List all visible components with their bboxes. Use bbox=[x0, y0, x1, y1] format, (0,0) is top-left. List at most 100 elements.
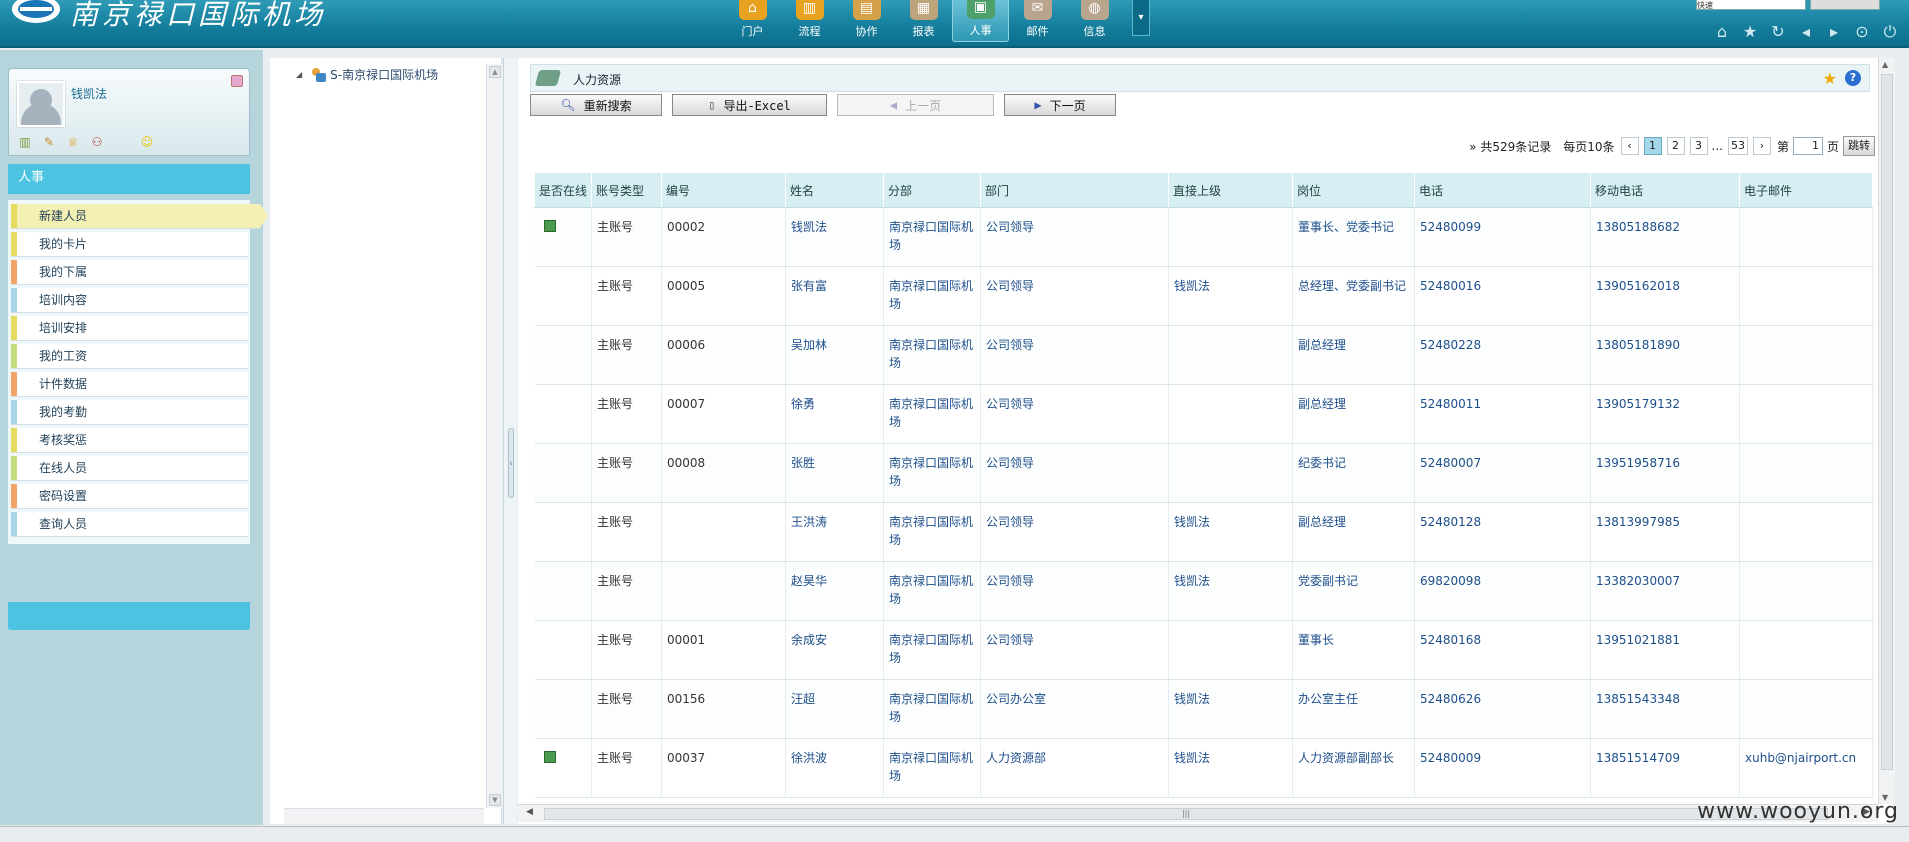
home-icon[interactable]: ⌂ bbox=[1713, 22, 1731, 42]
cell-name[interactable]: 王洪涛 bbox=[785, 502, 884, 562]
module-tab-report[interactable]: ▦ 报表 bbox=[895, 0, 952, 42]
column-header[interactable]: 电子邮件 bbox=[1739, 172, 1873, 208]
scroll-down-icon[interactable]: ▼ bbox=[489, 794, 501, 806]
research-button[interactable]: 🔍︎ 重新搜索 bbox=[530, 94, 662, 116]
cell-name[interactable]: 吴加林 bbox=[785, 325, 884, 385]
column-header[interactable]: 直接上级 bbox=[1168, 172, 1293, 208]
menu-item[interactable]: 查询人员 bbox=[11, 512, 248, 536]
tree-root-label[interactable]: S-南京禄口国际机场 bbox=[330, 66, 438, 83]
scroll-up-icon[interactable]: ▲ bbox=[1882, 60, 1888, 69]
column-header[interactable]: 编号 bbox=[661, 172, 786, 208]
pager-last-page[interactable]: 53 bbox=[1727, 137, 1748, 155]
tree-horizontal-scrollbar[interactable] bbox=[284, 808, 484, 824]
badge-icon[interactable]: ♕ bbox=[65, 135, 81, 149]
menu-item[interactable]: 培训内容 bbox=[11, 288, 248, 312]
scroll-thumb[interactable]: ||| bbox=[544, 808, 1828, 820]
cell-name[interactable]: 徐洪波 bbox=[785, 738, 884, 798]
table-row[interactable]: 主账号 00007 徐勇 南京禄口国际机场 公司领导 副总经理 52480011 139051… bbox=[534, 384, 1873, 444]
column-header[interactable]: 账号类型 bbox=[591, 172, 662, 208]
column-header[interactable]: 部门 bbox=[980, 172, 1169, 208]
column-header[interactable]: 是否在线 bbox=[534, 172, 592, 208]
tree-vertical-scrollbar[interactable]: ▲ ▼ bbox=[486, 64, 502, 808]
cell-branch: 南京禄口国际机场 bbox=[883, 561, 981, 621]
goto-page-input[interactable]: 1 bbox=[1792, 137, 1823, 155]
column-header[interactable]: 电话 bbox=[1414, 172, 1591, 208]
collapse-handle[interactable]: ‹ bbox=[508, 428, 514, 498]
table-row[interactable]: 主账号 00156 汪超 南京禄口国际机场 公司办公室 钱凯法 办公室主任 52480626 1… bbox=[534, 679, 1873, 739]
pager-prev-icon[interactable]: ‹ bbox=[1620, 137, 1639, 155]
scroll-thumb[interactable] bbox=[1881, 74, 1893, 770]
cell-name[interactable]: 余成安 bbox=[785, 620, 884, 680]
menu-item[interactable]: 我的工资 bbox=[11, 344, 248, 368]
menu-item[interactable]: 在线人员 bbox=[11, 456, 248, 480]
forward-icon[interactable]: ▸ bbox=[1825, 22, 1843, 42]
cell-name[interactable]: 赵昊华 bbox=[785, 561, 884, 621]
module-tab-globe[interactable]: ◍ 信息 bbox=[1066, 0, 1123, 42]
panel-splitter[interactable]: ‹ bbox=[503, 58, 517, 824]
export-excel-button[interactable]: ▯ 导出-Excel bbox=[672, 94, 827, 116]
module-tab-home[interactable]: ⌂ 门户 bbox=[724, 0, 781, 42]
table-row[interactable]: 主账号 赵昊华 南京禄口国际机场 公司领导 钱凯法 党委副书记 69820098 133820… bbox=[534, 561, 1873, 621]
table-row[interactable]: 主账号 00006 吴加林 南京禄口国际机场 公司领导 副总经理 52480228 13805… bbox=[534, 325, 1873, 385]
scroll-left-icon[interactable]: ◀ bbox=[526, 807, 533, 817]
smiley-icon[interactable]: ☺ bbox=[139, 135, 155, 149]
module-tab-document[interactable]: ▤ 协作 bbox=[838, 0, 895, 42]
org-chart-icon[interactable]: ⚇ bbox=[89, 135, 105, 149]
scroll-up-icon[interactable]: ▲ bbox=[489, 66, 501, 78]
book-icon[interactable]: ▥ bbox=[17, 135, 33, 149]
pager-next-icon[interactable]: › bbox=[1752, 137, 1771, 155]
cell-name[interactable]: 张胜 bbox=[785, 443, 884, 503]
avatar[interactable] bbox=[17, 81, 65, 127]
cell-name[interactable]: 钱凯法 bbox=[785, 207, 884, 267]
pager-page-link[interactable]: 3 bbox=[1689, 137, 1708, 155]
back-icon[interactable]: ◂ bbox=[1797, 22, 1815, 42]
menu-item[interactable]: 我的下属 bbox=[11, 260, 248, 284]
table-row[interactable]: 主账号 00037 徐洪波 南京禄口国际机场 人力资源部 钱凯法 人力资源部副部长 52480… bbox=[534, 738, 1873, 798]
module-tab-label: 人事 bbox=[969, 24, 992, 37]
cell-name[interactable]: 汪超 bbox=[785, 679, 884, 739]
tree-expand-icon[interactable]: ◢ bbox=[296, 70, 302, 79]
module-more-button[interactable]: ▾ bbox=[1132, 0, 1150, 36]
menu-item[interactable]: 新建人员 bbox=[11, 204, 268, 228]
module-tab-chart[interactable]: ▥ 流程 bbox=[781, 0, 838, 42]
tree-root-node[interactable]: ◢ S-南京禄口国际机场 bbox=[296, 66, 438, 83]
pager-page-link[interactable]: 2 bbox=[1666, 137, 1685, 155]
menu-item[interactable]: 考核奖惩 bbox=[11, 428, 248, 452]
content-vertical-scrollbar[interactable]: ▲ ▼ bbox=[1878, 58, 1895, 804]
cell-name[interactable]: 张有富 bbox=[785, 266, 884, 326]
favorite-star-icon[interactable]: ★ bbox=[1823, 69, 1837, 88]
menu-item[interactable]: 我的卡片 bbox=[11, 232, 248, 256]
online-cell bbox=[534, 502, 592, 562]
table-row[interactable]: 主账号 00008 张胜 南京禄口国际机场 公司领导 纪委书记 52480007 139519… bbox=[534, 443, 1873, 503]
table-row[interactable]: 主账号 00002 钱凯法 南京禄口国际机场 公司领导 董事长、党委书记 52480099 1… bbox=[534, 207, 1873, 267]
module-tab-personnel[interactable]: ▣ 人事 bbox=[952, 0, 1009, 42]
column-header[interactable]: 姓名 bbox=[785, 172, 884, 208]
jump-button[interactable]: 跳转 bbox=[1843, 136, 1875, 156]
menu-item[interactable]: 培训安排 bbox=[11, 316, 248, 340]
edit-icon[interactable]: ✎ bbox=[41, 135, 57, 149]
help-icon[interactable]: ? bbox=[1845, 70, 1861, 86]
settings-icon[interactable]: ⊙ bbox=[1853, 22, 1871, 42]
table-row[interactable]: 主账号 00005 张有富 南京禄口国际机场 公司领导 钱凯法 总经理、党委副书记 52480… bbox=[534, 266, 1873, 326]
username[interactable]: 钱凯法 bbox=[71, 85, 107, 102]
column-header[interactable]: 分部 bbox=[883, 172, 981, 208]
pager-page-link[interactable]: 1 bbox=[1643, 137, 1662, 155]
user-settings-icon[interactable] bbox=[231, 75, 243, 87]
module-tab-mail[interactable]: ✉ 邮件 bbox=[1009, 0, 1066, 42]
content-horizontal-scrollbar[interactable]: ◀ ||| ▶ bbox=[518, 804, 1878, 822]
cell-name[interactable]: 徐勇 bbox=[785, 384, 884, 444]
column-header[interactable]: 移动电话 bbox=[1590, 172, 1740, 208]
favorite-star-icon[interactable]: ★ bbox=[1741, 22, 1759, 42]
table-row[interactable]: 主账号 王洪涛 南京禄口国际机场 公司领导 钱凯法 副总经理 52480128 1381399… bbox=[534, 502, 1873, 562]
quick-search-select[interactable]: 快速 bbox=[1696, 0, 1806, 10]
menu-item[interactable]: 密码设置 bbox=[11, 484, 248, 508]
menu-item[interactable]: 我的考勤 bbox=[11, 400, 248, 424]
refresh-icon[interactable]: ↻ bbox=[1769, 22, 1787, 42]
prev-page-button[interactable]: ◀ 上一页 bbox=[837, 94, 994, 116]
menu-item[interactable]: 计件数据 bbox=[11, 372, 248, 396]
quick-search-button[interactable] bbox=[1810, 0, 1880, 10]
column-header[interactable]: 岗位 bbox=[1292, 172, 1415, 208]
table-row[interactable]: 主账号 00001 余成安 南京禄口国际机场 公司领导 董事长 52480168 139510… bbox=[534, 620, 1873, 680]
logout-icon[interactable]: ⏻ bbox=[1881, 22, 1899, 42]
next-page-button[interactable]: ▶ 下一页 bbox=[1004, 94, 1116, 116]
